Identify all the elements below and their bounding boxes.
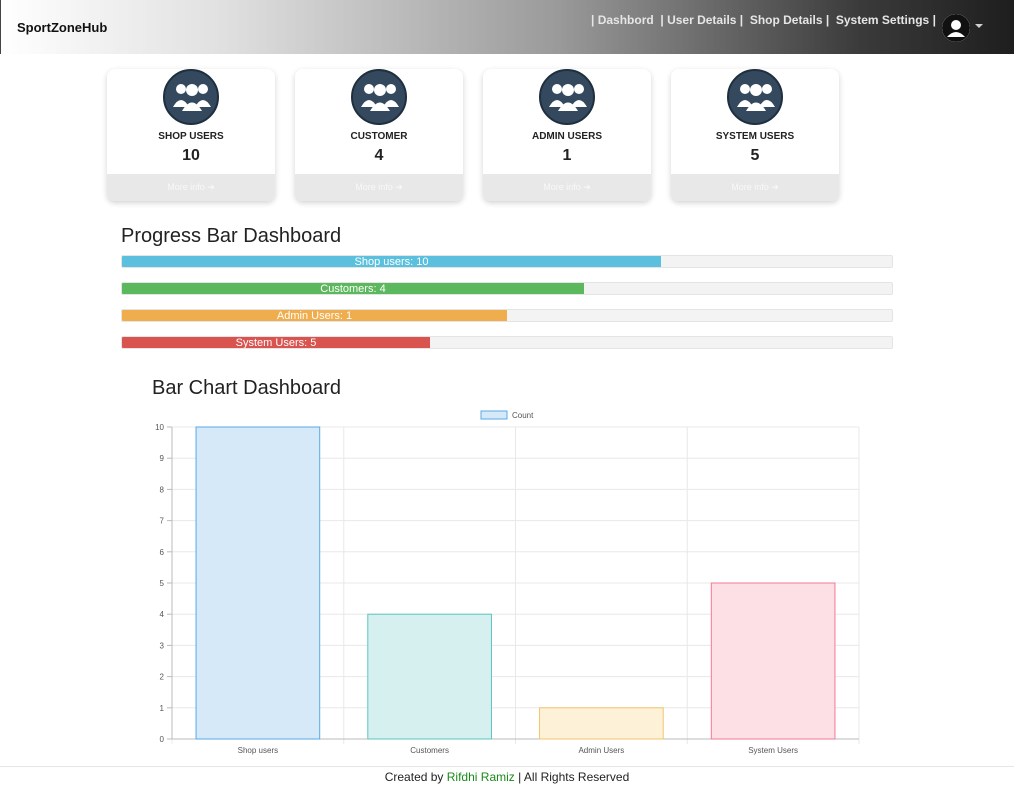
bar-chart: 0 1 2 3 4 5 6 7 8 9 10 Shop users Customers Admin Use…: [155, 410, 860, 755]
bar: [367, 613, 492, 740]
progress-bar-admin-users: Admin Users: 1: [122, 310, 507, 321]
card-title: SYSTEM USERS: [715, 131, 795, 142]
x-tick-label: Admin Users: [578, 746, 624, 755]
card-count: 10: [182, 147, 200, 164]
y-tick-label: 1: [160, 704, 165, 713]
navbar: SportZoneHub | Dashbord | User Details |…: [0, 0, 1014, 54]
y-tick-label: 2: [160, 673, 165, 682]
nav-link-user-details[interactable]: User Details: [667, 13, 736, 27]
progress-bar-customers: Customers: 4: [122, 283, 584, 294]
card-count: 1: [562, 147, 572, 164]
card-title: CUSTOMER: [350, 131, 408, 142]
more-info-link[interactable]: More info ➔: [483, 174, 651, 201]
progress-track-shop-users: Shop users: 10: [121, 255, 893, 268]
nav-links: | Dashbord | User Details | Shop Details…: [591, 13, 936, 27]
card-title: SHOP USERS: [158, 131, 224, 142]
card-customer: CUSTOMER 4 More info ➔: [295, 69, 463, 201]
user-avatar-icon[interactable]: [942, 14, 970, 42]
footer: Created by Rifdhi Ramiz | All Rights Res…: [384, 770, 630, 784]
x-tick-label: System Users: [748, 746, 798, 755]
arrow-circle-right-icon: ➔: [771, 182, 779, 192]
more-info-link[interactable]: More info ➔: [671, 174, 839, 201]
card-count: 4: [374, 147, 384, 164]
progress-section-title: Progress Bar Dashboard: [121, 225, 342, 247]
bar: [195, 426, 321, 740]
bar-chart-section-title: Bar Chart Dashboard: [152, 377, 341, 399]
more-info-link[interactable]: More info ➔: [107, 174, 275, 201]
legend-swatch: [480, 410, 508, 420]
progress-track-system-users: System Users: 5: [121, 336, 893, 349]
y-tick-label: 10: [155, 423, 164, 432]
footer-divider: [0, 766, 1014, 767]
users-icon: [539, 69, 595, 125]
users-icon: [163, 69, 219, 125]
card-system-users: SYSTEM USERS 5 More info ➔: [671, 69, 839, 201]
y-tick-label: 9: [160, 454, 165, 463]
progress-bar-shop-users: Shop users: 10: [122, 256, 661, 267]
card-count: 5: [750, 147, 760, 164]
bar: [539, 707, 664, 740]
users-icon: [727, 69, 783, 125]
y-tick-label: 6: [160, 548, 165, 557]
progress-track-admin-users: Admin Users: 1: [121, 309, 893, 322]
progress-track-customers: Customers: 4: [121, 282, 893, 295]
nav-link-dashboard[interactable]: Dashbord: [598, 13, 654, 27]
y-tick-label: 4: [160, 610, 165, 619]
legend-label: Count: [512, 411, 534, 420]
x-tick-label: Customers: [410, 746, 449, 755]
arrow-circle-right-icon: ➔: [583, 182, 591, 192]
y-tick-label: 3: [160, 641, 165, 650]
y-tick-label: 8: [160, 485, 165, 494]
card-title: ADMIN USERS: [531, 131, 602, 142]
card-shop-users: SHOP USERS 10 More info ➔: [107, 69, 275, 201]
nav-link-system-settings[interactable]: System Settings: [836, 13, 929, 27]
x-tick-label: Shop users: [238, 746, 278, 755]
arrow-circle-right-icon: ➔: [395, 182, 403, 192]
card-admin-users: ADMIN USERS 1 More info ➔: [483, 69, 651, 201]
y-tick-label: 7: [160, 517, 165, 526]
y-tick-label: 0: [160, 735, 165, 744]
users-icon: [351, 69, 407, 125]
nav-link-shop-details[interactable]: Shop Details: [750, 13, 823, 27]
y-tick-label: 5: [160, 579, 165, 588]
arrow-circle-right-icon: ➔: [207, 182, 215, 192]
chevron-down-icon[interactable]: [975, 24, 983, 28]
bar: [710, 582, 836, 740]
more-info-link[interactable]: More info ➔: [295, 174, 463, 201]
progress-bar-system-users: System Users: 5: [122, 337, 430, 348]
footer-author: Rifdhi Ramiz: [446, 770, 515, 784]
brand-logo[interactable]: SportZoneHub: [17, 20, 107, 35]
